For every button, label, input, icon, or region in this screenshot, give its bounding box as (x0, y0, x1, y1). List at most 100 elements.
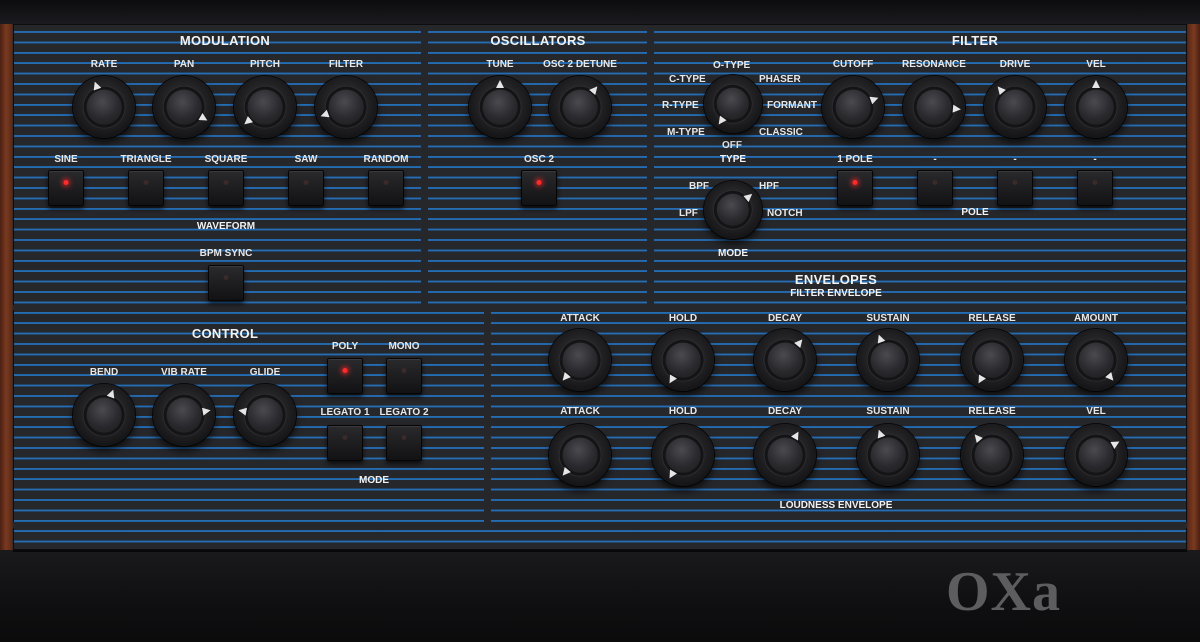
vel-filter-knob[interactable] (1065, 76, 1127, 138)
waveform-label-square: SQUARE (204, 154, 248, 165)
loud-attack-knob[interactable] (549, 424, 611, 486)
triangle-button[interactable] (128, 170, 164, 206)
bottom-edge (13, 550, 1187, 552)
bpm-sync-button[interactable] (208, 265, 244, 301)
tune-knob[interactable] (469, 76, 531, 138)
knob-label-filter: FILTER (328, 59, 364, 70)
loud-vel-knob[interactable] (1065, 424, 1127, 486)
bend-knob[interactable] (73, 384, 135, 446)
filter-envelope-label: FILTER ENVELOPE (790, 288, 882, 299)
loud-sustain-knob[interactable] (857, 424, 919, 486)
legato1-button[interactable] (327, 425, 363, 461)
glide-knob[interactable] (234, 384, 296, 446)
mode-label-legato2: LEGATO 2 (379, 407, 429, 418)
knob-label-cutoff: CUTOFF (832, 59, 874, 70)
mode-option-bpf[interactable]: BPF (689, 181, 709, 192)
fenv-label-amount: AMOUNT (1074, 313, 1118, 324)
lenv-label-attack: ATTACK (560, 406, 600, 417)
knob-label-pan: PAN (173, 59, 195, 70)
envelopes-title: ENVELOPES (794, 272, 878, 287)
pole-section-label: POLE (961, 207, 989, 218)
divider-control-env (484, 310, 491, 522)
pole-label-2: - (933, 154, 937, 165)
divider-bottom (13, 522, 1187, 528)
lenv-label-sustain: SUSTAIN (866, 406, 910, 417)
mode-option-hpf[interactable]: HPF (759, 181, 779, 192)
bpm-sync-label: BPM SYNC (199, 248, 253, 259)
square-button[interactable] (208, 170, 244, 206)
osc2-label: OSC 2 (523, 154, 555, 165)
mono-button[interactable] (386, 358, 422, 394)
mode-option-notch[interactable]: NOTCH (767, 208, 803, 219)
waveform-label-saw: SAW (294, 154, 318, 165)
synth-window: OXa MODULATION RATE PAN PITCH FILTER SIN… (0, 0, 1200, 642)
lenv-label-vel: VEL (1086, 406, 1106, 417)
filter-hold-knob[interactable] (652, 329, 714, 391)
brand-logo: OXa (946, 561, 1061, 623)
divider-osc-filter (647, 30, 654, 305)
filter-type-knob[interactable] (704, 75, 762, 133)
filter-amount-knob[interactable] (1065, 329, 1127, 391)
pole-2-button[interactable] (917, 170, 953, 206)
lenv-label-release: RELEASE (968, 406, 1016, 417)
knob-label-bend: BEND (89, 367, 119, 378)
saw-button[interactable] (288, 170, 324, 206)
mode-option-lpf[interactable]: LPF (679, 208, 698, 219)
filter-decay-knob[interactable] (754, 329, 816, 391)
top-rim (0, 0, 1200, 24)
type-option-rtype[interactable]: R-TYPE (662, 100, 699, 111)
divider-mod-osc (421, 30, 428, 305)
pole-4-button[interactable] (1077, 170, 1113, 206)
waveform-label-sine: SINE (54, 154, 78, 165)
filter-attack-knob[interactable] (549, 329, 611, 391)
loud-decay-knob[interactable] (754, 424, 816, 486)
osc2-detune-knob[interactable] (549, 76, 611, 138)
pitch-knob[interactable] (234, 76, 296, 138)
knob-label-vib-rate: VIB RATE (161, 367, 207, 378)
filter-title: FILTER (951, 33, 999, 48)
loud-hold-knob[interactable] (652, 424, 714, 486)
cutoff-knob[interactable] (822, 76, 884, 138)
vib-rate-knob[interactable] (153, 384, 215, 446)
legato2-button[interactable] (386, 425, 422, 461)
type-option-classic[interactable]: CLASSIC (759, 127, 803, 138)
sine-button[interactable] (48, 170, 84, 206)
pan-knob[interactable] (153, 76, 215, 138)
type-option-formant[interactable]: FORMANT (767, 100, 817, 111)
loud-release-knob[interactable] (961, 424, 1023, 486)
knob-label-glide: GLIDE (249, 367, 281, 378)
type-option-ctype[interactable]: C-TYPE (669, 74, 706, 85)
filter-mod-knob[interactable] (315, 76, 377, 138)
pole-label-1: 1 POLE (837, 154, 873, 165)
modulation-title: MODULATION (179, 33, 271, 48)
poly-button[interactable] (327, 358, 363, 394)
mode-label-legato1: LEGATO 1 (320, 407, 370, 418)
pole-label-3: - (1013, 154, 1017, 165)
mode-label-poly: POLY (331, 341, 359, 352)
pole-3-button[interactable] (997, 170, 1033, 206)
pole-1-button[interactable] (837, 170, 873, 206)
drive-knob[interactable] (984, 76, 1046, 138)
control-title: CONTROL (191, 326, 259, 341)
fenv-label-release: RELEASE (968, 313, 1016, 324)
loudness-envelope-label: LOUDNESS ENVELOPE (779, 500, 893, 511)
resonance-knob[interactable] (903, 76, 965, 138)
type-option-mtype[interactable]: M-TYPE (667, 127, 705, 138)
type-option-phaser[interactable]: PHASER (759, 74, 801, 85)
waveform-section-label: WAVEFORM (196, 221, 256, 232)
filter-release-knob[interactable] (961, 329, 1023, 391)
rate-knob[interactable] (73, 76, 135, 138)
knob-label-resonance: RESONANCE (902, 59, 966, 70)
type-option-otype[interactable]: O-TYPE (713, 60, 750, 71)
waveform-label-random: RANDOM (363, 154, 409, 165)
waveform-label-triangle: TRIANGLE (120, 154, 172, 165)
type-option-off[interactable]: OFF (722, 140, 742, 151)
filter-sustain-knob[interactable] (857, 329, 919, 391)
osc2-button[interactable] (521, 170, 557, 206)
mode-label-mono: MONO (388, 341, 420, 352)
random-button[interactable] (368, 170, 404, 206)
filter-mode-knob[interactable] (704, 181, 762, 239)
pole-label-4: - (1093, 154, 1097, 165)
mode-label: MODE (718, 248, 748, 259)
knob-label-drive: DRIVE (999, 59, 1031, 70)
